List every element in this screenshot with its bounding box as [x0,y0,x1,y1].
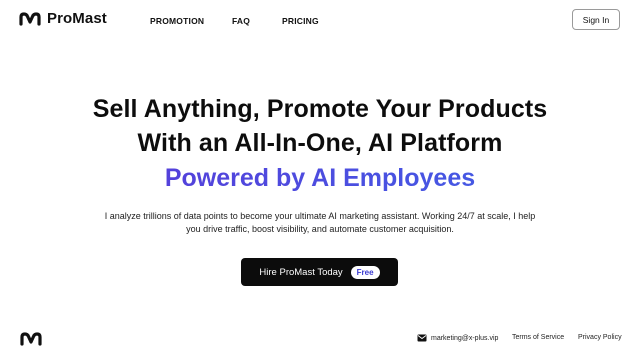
hire-promast-button[interactable]: Hire ProMast Today Free [241,258,398,286]
nav-promotion[interactable]: PROMOTION [150,16,204,26]
nav-faq[interactable]: FAQ [232,16,250,26]
nav-pricing[interactable]: PRICING [282,16,319,26]
terms-of-service-link[interactable]: Terms of Service [512,334,564,341]
footer-logo-icon[interactable] [20,331,42,347]
site-header: ProMast PROMOTION FAQ PRICING Sign In [0,0,640,40]
footer-email-link[interactable]: marketing@x-plus.vip [417,334,498,342]
privacy-policy-link[interactable]: Privacy Policy [578,334,622,341]
brand-name: ProMast [47,10,107,27]
free-badge: Free [350,265,380,279]
hero-section: Sell Anything, Promote Your Products Wit… [0,92,640,236]
site-footer: marketing@x-plus.vip Terms of Service Pr… [0,325,640,355]
hero-description: I analyze trillions of data points to be… [104,211,536,234]
hero-accent-headline: Powered by AI Employees [0,160,640,196]
sign-in-button[interactable]: Sign In [572,9,620,30]
promast-logo-icon [19,11,41,26]
brand-link[interactable]: ProMast [19,10,107,27]
footer-email-text: marketing@x-plus.vip [431,334,499,342]
hero-headline-line2: With an All-In-One, AI Platform [137,129,503,157]
cta-label: Hire ProMast Today [259,266,343,278]
mail-icon [417,334,427,342]
hero-headline-line1: Sell Anything, Promote Your Products [92,95,548,123]
